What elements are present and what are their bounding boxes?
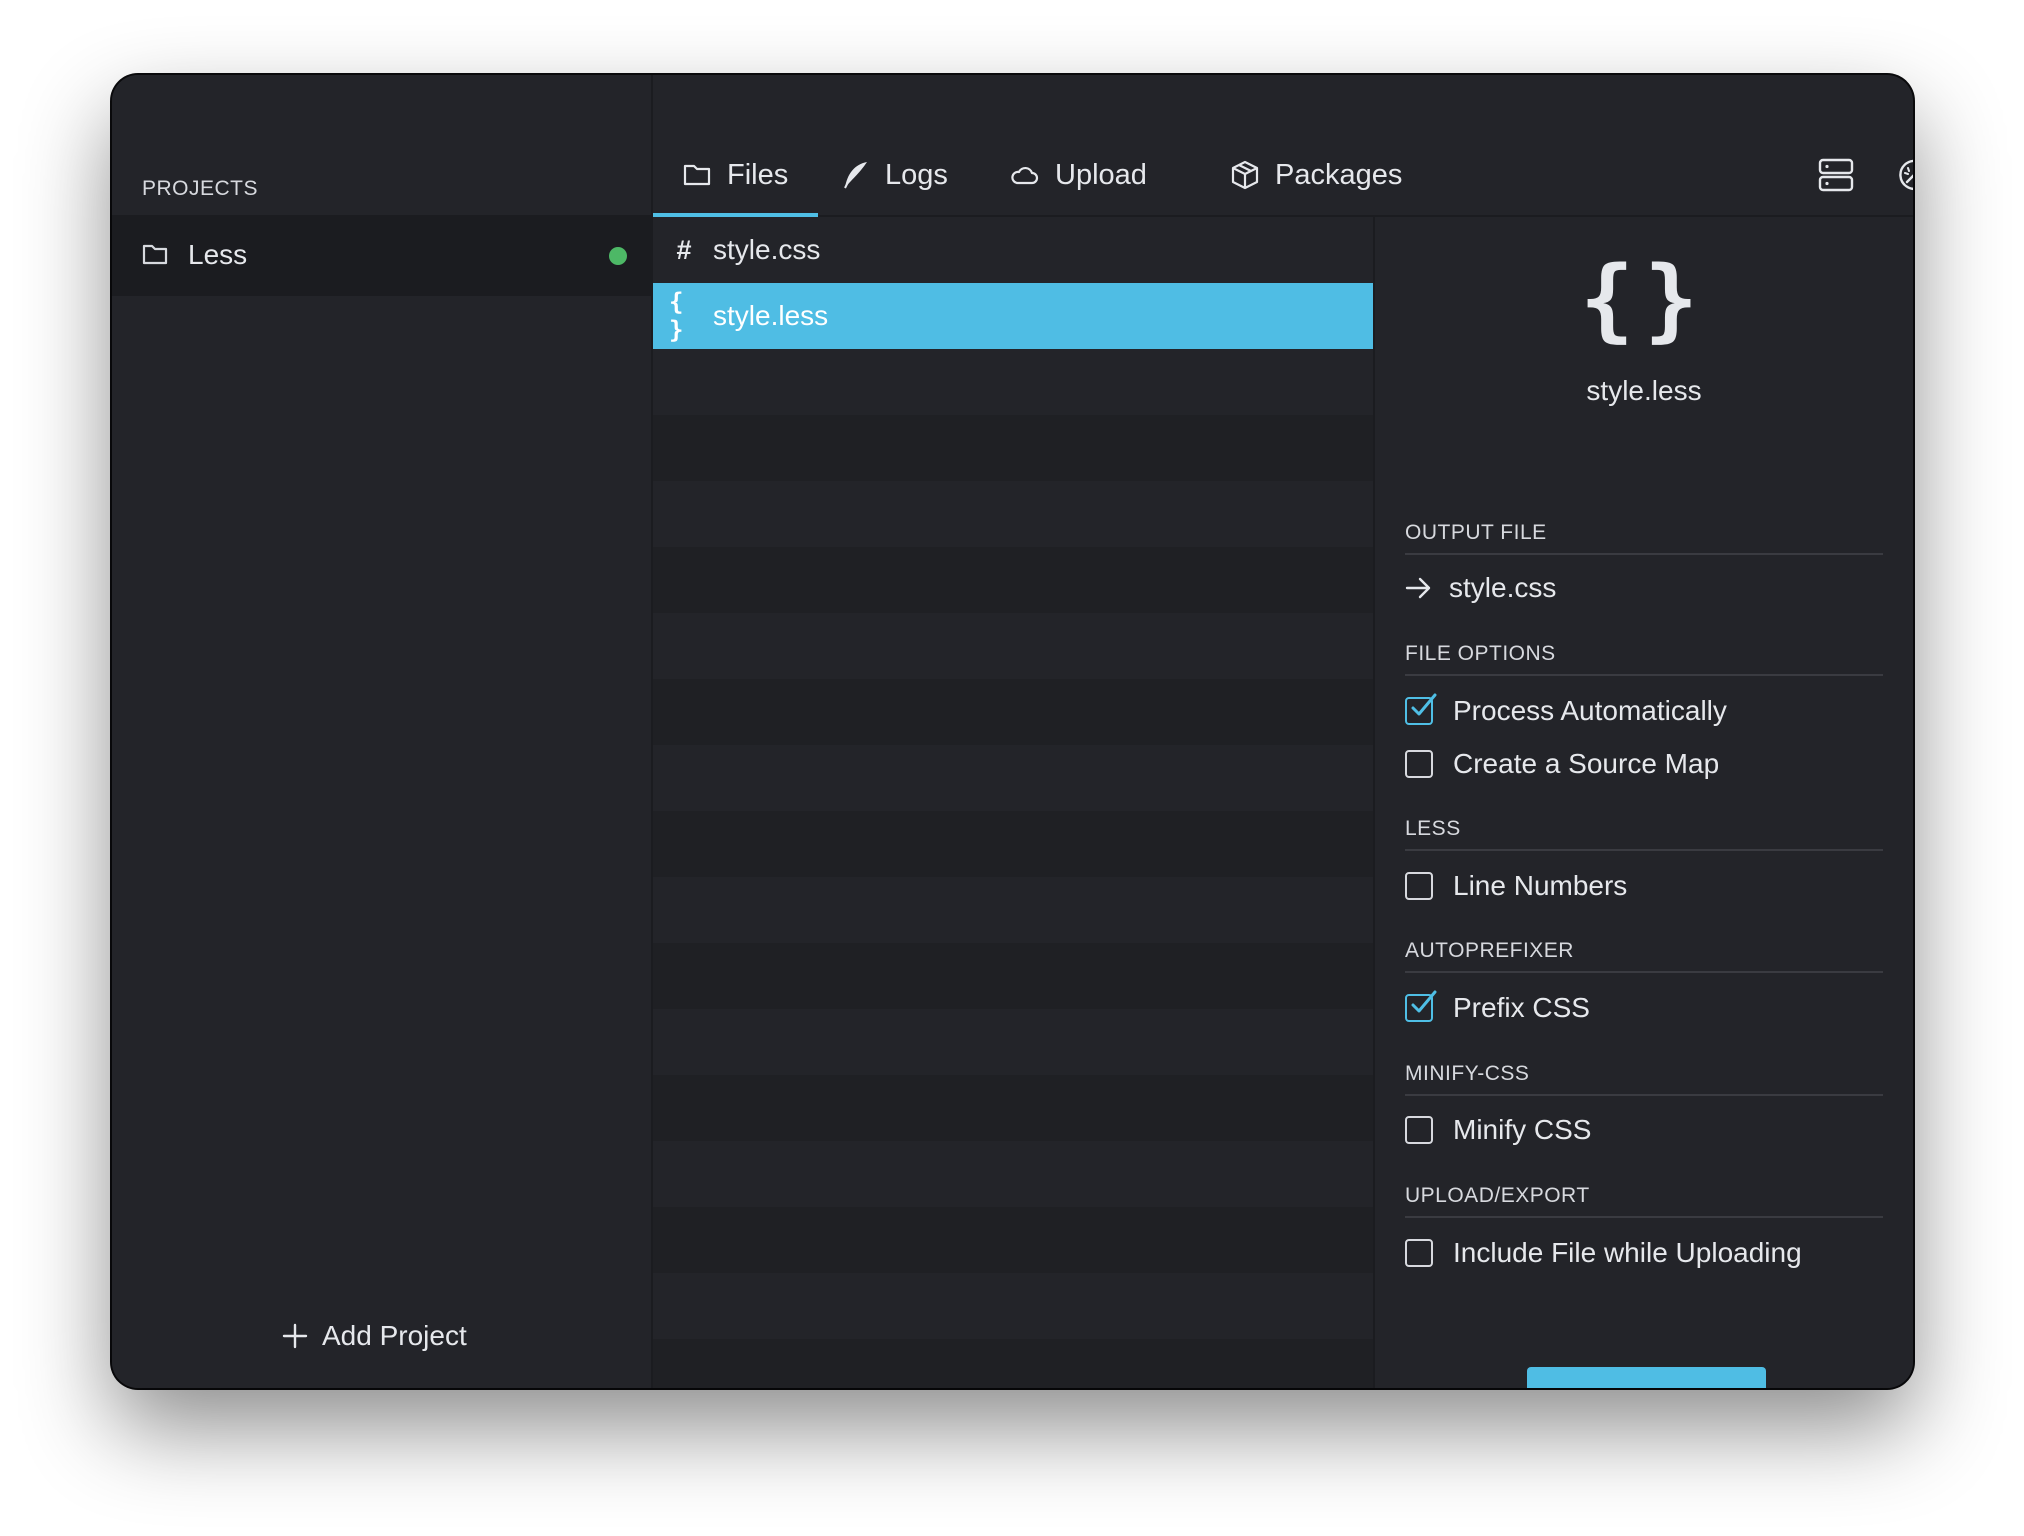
create-source-map-checkbox[interactable]: Create a Source Map (1405, 748, 1719, 780)
file-details-panel: {} style.less OUTPUT FILE style.css FILE… (1375, 217, 1913, 1388)
line-numbers-checkbox[interactable]: Line Numbers (1405, 870, 1627, 902)
braces-icon: { } (669, 288, 684, 344)
feather-icon (841, 160, 869, 190)
include-file-uploading-checkbox[interactable]: Include File while Uploading (1405, 1237, 1802, 1269)
tab-files[interactable]: Files (653, 135, 819, 217)
list-stripe (653, 1339, 1373, 1388)
server-icon (1818, 158, 1854, 192)
add-project-label: Add Project (322, 1320, 467, 1351)
file-name: style.less (713, 300, 829, 331)
detail-filename: style.less (1586, 375, 1702, 406)
file-item-style-css[interactable]: # style.css (653, 217, 1373, 283)
tab-upload-label: Upload (1055, 158, 1147, 191)
plus-icon (282, 1323, 308, 1349)
process-automatically-checkbox[interactable]: Process Automatically (1405, 693, 1727, 727)
list-stripe (653, 1009, 1373, 1075)
project-name: Less (188, 239, 248, 270)
autoprefixer-heading: AUTOPREFIXER (1405, 939, 1883, 973)
project-item-less[interactable]: Less (112, 215, 651, 296)
list-stripe (653, 811, 1373, 877)
checkbox-unchecked (1405, 750, 1433, 778)
checkbox-label: Include File while Uploading (1453, 1237, 1802, 1268)
list-stripe (653, 613, 1373, 679)
magic-wand-button[interactable] (1894, 155, 1913, 195)
list-stripe (653, 943, 1373, 1009)
file-name: style.css (713, 234, 821, 265)
output-file-row[interactable]: style.css (1405, 572, 1556, 604)
hash-icon: # (676, 234, 692, 265)
checkbox-label: Minify CSS (1453, 1114, 1592, 1145)
project-status-dot (609, 247, 627, 265)
checkbox-label: Create a Source Map (1453, 748, 1720, 779)
list-stripe (653, 1207, 1373, 1273)
list-stripe (653, 1075, 1373, 1141)
folder-icon (683, 163, 711, 187)
list-stripe (653, 481, 1373, 547)
output-file-heading: OUTPUT FILE (1405, 521, 1883, 555)
folder-icon (142, 243, 168, 270)
tab-logs[interactable]: Logs (841, 135, 948, 215)
checkbox-label: Prefix CSS (1453, 992, 1590, 1023)
output-file-name: style.css (1449, 572, 1557, 603)
magic-wand-icon (1896, 157, 1913, 193)
app-window: PROJECTS Less Add Project Files Logs Upl… (112, 75, 1913, 1388)
minify-css-checkbox[interactable]: Minify CSS (1405, 1114, 1591, 1146)
list-stripe (653, 745, 1373, 811)
tab-files-label: Files (727, 158, 789, 191)
list-stripe (653, 547, 1373, 613)
braces-icon: {} (1579, 247, 1709, 352)
list-stripe (653, 679, 1373, 745)
checkbox-unchecked (1405, 872, 1433, 900)
cloud-icon (1009, 164, 1039, 186)
upload-export-heading: UPLOAD/EXPORT (1405, 1184, 1883, 1218)
server-button[interactable] (1816, 155, 1856, 195)
checkbox-unchecked (1405, 1239, 1433, 1267)
less-heading: LESS (1405, 817, 1883, 851)
prefix-css-checkbox[interactable]: Prefix CSS (1405, 990, 1590, 1024)
process-file-button[interactable]: Process File (1527, 1367, 1766, 1388)
minify-css-heading: MINIFY-CSS (1405, 1062, 1883, 1096)
tab-upload[interactable]: Upload (1009, 135, 1147, 215)
box-icon (1231, 160, 1259, 190)
list-stripe (653, 349, 1373, 415)
list-stripe (653, 1141, 1373, 1207)
file-options-heading: FILE OPTIONS (1405, 642, 1883, 676)
checkbox-checked (1405, 693, 1437, 725)
toolbar: Files Logs Upload Packages (653, 135, 1913, 217)
list-stripe (653, 415, 1373, 481)
file-item-style-less[interactable]: { } style.less (653, 283, 1373, 349)
checkbox-unchecked (1405, 1116, 1433, 1144)
tab-logs-label: Logs (885, 158, 948, 191)
projects-heading: PROJECTS (142, 177, 259, 200)
file-list: # style.css { } style.less (653, 217, 1375, 1388)
tab-packages[interactable]: Packages (1231, 135, 1402, 215)
checkbox-label: Line Numbers (1453, 870, 1628, 901)
list-stripe (653, 1273, 1373, 1339)
arrow-right-icon (1405, 575, 1433, 601)
sidebar: PROJECTS Less Add Project (112, 75, 653, 1388)
add-project-button[interactable]: Add Project (282, 1320, 467, 1352)
tab-packages-label: Packages (1275, 158, 1403, 191)
list-stripe (653, 877, 1373, 943)
checkbox-checked (1405, 990, 1437, 1022)
checkbox-label: Process Automatically (1453, 695, 1727, 726)
